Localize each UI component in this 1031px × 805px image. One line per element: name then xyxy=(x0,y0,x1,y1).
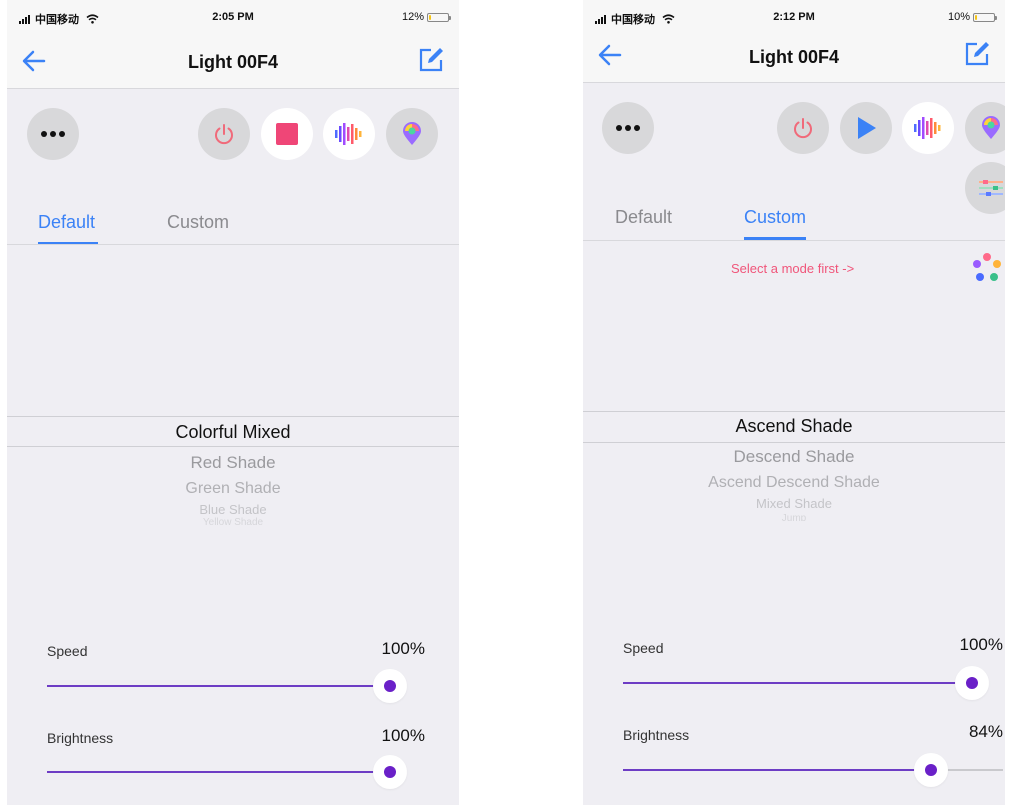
picker-item[interactable]: Blue Shade xyxy=(7,502,459,517)
color-mode-button[interactable] xyxy=(965,102,1005,154)
picker-selected-item[interactable]: Ascend Shade xyxy=(583,416,1005,437)
slider-fill xyxy=(47,771,390,773)
tab-divider xyxy=(7,244,459,245)
more-dots-icon xyxy=(41,131,65,137)
picker-item[interactable]: Red Shade xyxy=(7,453,459,473)
color-pin-icon xyxy=(403,122,421,145)
tab-custom[interactable]: Custom xyxy=(167,212,229,244)
battery-fill xyxy=(429,14,431,20)
picker-item[interactable]: Green Shade xyxy=(7,480,459,498)
slider-fill xyxy=(623,769,931,771)
picker-selected-item[interactable]: Colorful Mixed xyxy=(7,422,459,443)
tab-custom-label: Custom xyxy=(167,212,230,232)
speed-label: Speed xyxy=(47,643,88,659)
power-icon xyxy=(794,118,812,139)
play-button[interactable] xyxy=(840,102,892,154)
tab-default-label: Default xyxy=(615,207,673,227)
picker-item[interactable]: Mixed Shade xyxy=(583,496,1005,511)
select-mode-hint: Select a mode first -> xyxy=(731,261,855,276)
more-button[interactable] xyxy=(602,102,654,154)
speed-value: 100% xyxy=(381,639,425,658)
more-button[interactable] xyxy=(27,108,79,160)
brightness-value: 84% xyxy=(968,722,1003,741)
picker-selection-top xyxy=(583,411,1005,412)
picker-item[interactable]: Ascend Descend Shade xyxy=(583,474,1005,492)
brightness-label: Brightness xyxy=(47,730,114,746)
color-mode-button[interactable] xyxy=(386,108,438,160)
slider-fill xyxy=(623,682,972,684)
power-button[interactable] xyxy=(777,102,829,154)
battery-percent: 12% xyxy=(401,11,424,23)
edit-icon[interactable] xyxy=(963,40,991,68)
brightness-value: 100% xyxy=(381,726,425,745)
tab-default[interactable]: Default xyxy=(615,207,672,239)
more-dots-icon xyxy=(616,125,640,131)
status-bar: 中国移动 2:12 PM 10% xyxy=(583,0,1005,34)
picker-item[interactable]: Jump xyxy=(583,513,1005,521)
adjust-button[interactable] xyxy=(965,162,1005,214)
slider-thumb[interactable] xyxy=(913,753,948,787)
color-pin-icon xyxy=(982,116,1000,139)
speed-label: Speed xyxy=(623,640,664,656)
picker-item[interactable]: Yellow Shade xyxy=(7,517,459,525)
battery-icon xyxy=(427,12,451,22)
phone-screen-default: 中国移动 2:05 PM 12% Light 00F4 Default Cust… xyxy=(7,0,459,805)
tab-custom-label: Custom xyxy=(744,207,807,227)
picker-selection-bottom xyxy=(7,446,459,447)
tab-default-label: Default xyxy=(38,212,96,232)
tab-divider xyxy=(583,240,1005,241)
battery-fill xyxy=(975,14,977,20)
slider-thumb[interactable] xyxy=(955,666,989,700)
page-title: Light 00F4 xyxy=(187,52,278,72)
power-button[interactable] xyxy=(198,108,250,160)
edit-icon[interactable] xyxy=(417,46,445,74)
nav-bar: Light 00F4 xyxy=(7,34,459,89)
nav-bar: Light 00F4 xyxy=(583,34,1005,83)
battery-percent: 10% xyxy=(947,11,970,23)
music-bars-icon xyxy=(335,123,362,145)
music-mode-button[interactable] xyxy=(902,102,954,154)
music-bars-icon xyxy=(914,117,941,139)
palette-dots-icon[interactable] xyxy=(972,252,1002,284)
status-time: 2:05 PM xyxy=(212,11,254,23)
picker-selection-top xyxy=(7,416,459,417)
page-title: Light 00F4 xyxy=(748,47,839,67)
slider-thumb[interactable] xyxy=(373,755,407,789)
status-time: 2:12 PM xyxy=(773,11,815,23)
status-bar: 中国移动 2:05 PM 12% xyxy=(7,0,459,34)
power-icon xyxy=(215,124,233,145)
battery-icon xyxy=(973,12,997,22)
slider-fill xyxy=(47,685,390,687)
phone-screen-custom: 中国移动 2:12 PM 10% Light 00F4 Default Cust… xyxy=(583,0,1005,805)
picker-selection-bottom xyxy=(583,442,1005,443)
stop-icon xyxy=(276,123,298,145)
brightness-label: Brightness xyxy=(623,727,690,743)
sliders-icon xyxy=(979,180,1003,196)
stop-button[interactable] xyxy=(261,108,313,160)
picker-item[interactable]: Descend Shade xyxy=(583,447,1005,467)
music-mode-button[interactable] xyxy=(323,108,375,160)
speed-value: 100% xyxy=(959,635,1003,654)
play-icon xyxy=(858,117,876,139)
slider-thumb[interactable] xyxy=(373,669,407,703)
tab-custom[interactable]: Custom xyxy=(744,207,807,240)
tab-default[interactable]: Default xyxy=(38,212,98,245)
